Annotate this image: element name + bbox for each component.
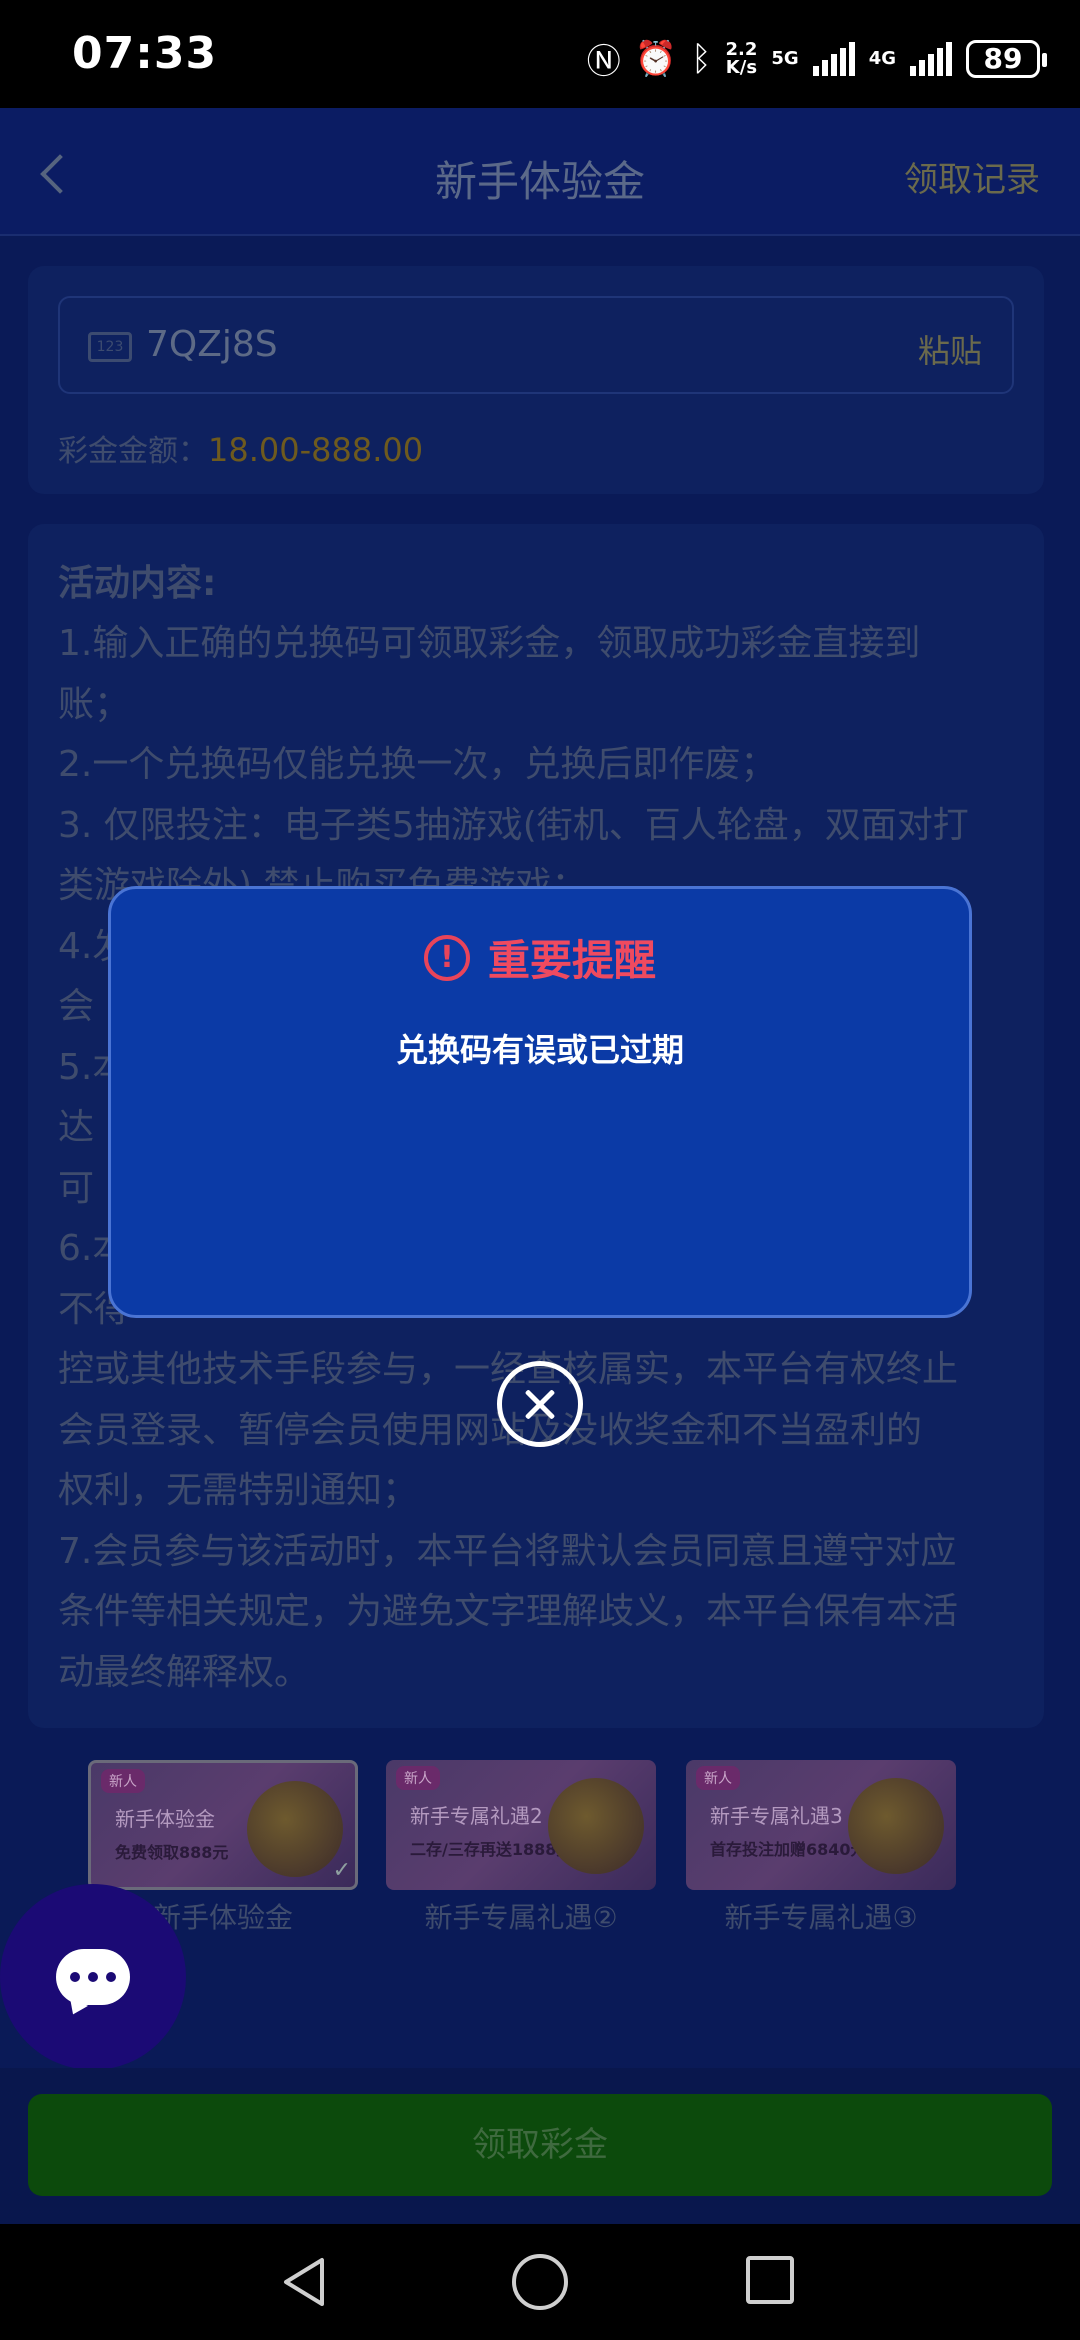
rules-line: 7.会员参与该活动时，本平台将默认会员同意且遵守对应 — [58, 1530, 957, 1572]
status-bar: 07:33 Ⓝ ⏰ ᛒ 2.2 K/s 5G 4G 89 — [0, 0, 1080, 108]
amount-label: 彩金金额： — [58, 434, 208, 469]
promo-tab-exclusive-3[interactable]: 新人 新手专属礼遇3 首存投注加赠6840元 — [686, 1760, 956, 1890]
dialog-header: ! 重要提醒 — [111, 927, 969, 988]
promo-label: 新手专属礼遇③ — [724, 1901, 918, 1934]
chat-bubble-icon — [56, 1949, 130, 2005]
alarm-icon: ⏰ — [634, 38, 678, 79]
rules-line: 1.输入正确的兑换码可领取彩金，领取成功彩金直接到 — [58, 623, 921, 664]
new-user-badge: 新人 — [396, 1766, 440, 1790]
claim-bonus-button[interactable]: 领取彩金 — [28, 2094, 1052, 2196]
nfc-icon: Ⓝ — [586, 42, 621, 82]
promo-tab-trial-bonus[interactable]: 新人 新手体验金 免费领取888元 ✓ — [88, 1760, 358, 1890]
bottom-action-bar: 领取彩金 — [0, 2068, 1080, 2224]
bonus-amount-row: 彩金金额：18.00-888.00 — [58, 426, 423, 470]
dialog-title: 重要提醒 — [487, 936, 656, 985]
checkmark-icon: ✓ — [332, 1858, 351, 1883]
rules-line: 动最终解释权。 — [58, 1651, 311, 1693]
status-time: 07:33 — [72, 28, 218, 79]
bluetooth-icon: ᛒ — [691, 38, 712, 79]
nav-recents-icon[interactable] — [746, 2256, 794, 2304]
rules-line: 条件等相关规定，为避免文字理解歧义，本平台保有本活 — [58, 1591, 959, 1632]
new-user-badge: 新人 — [696, 1766, 740, 1790]
promo-title: 新手专属礼遇2 — [410, 1804, 543, 1828]
dialog-message: 兑换码有误或已过期 — [395, 1031, 684, 1069]
customer-service-button[interactable] — [0, 1884, 186, 2070]
net-speed: 2.2 K/s — [725, 40, 758, 78]
nav-home-icon[interactable] — [512, 2254, 568, 2310]
paste-button[interactable]: 粘贴 — [918, 326, 982, 372]
promo-subtitle: 首存投注加赠6840元 — [710, 1840, 867, 1859]
battery-indicator: 89 — [966, 39, 1047, 78]
code-icon: 123 — [88, 332, 132, 362]
promo-subtitle: 二存/三存再送1888元 — [410, 1840, 573, 1859]
important-notice-dialog: ! 重要提醒 兑换码有误或已过期 — [108, 886, 972, 1318]
redeem-code-card: 123 7QZj8S 粘贴 彩金金额：18.00-888.00 — [28, 266, 1044, 494]
app-header: 新手体验金 领取记录 — [0, 108, 1080, 236]
close-dialog-icon[interactable] — [497, 1361, 583, 1447]
rules-line: 账； — [58, 683, 131, 725]
promo-title: 新手专属礼遇3 — [710, 1804, 843, 1828]
system-nav-bar — [0, 2224, 1080, 2340]
claim-records-link[interactable]: 领取记录 — [904, 152, 1040, 201]
network-4g-label: 4G — [868, 47, 896, 69]
playing-cards-image — [848, 1778, 944, 1874]
promo-tab-exclusive-2[interactable]: 新人 新手专属礼遇2 二存/三存再送1888元 — [386, 1760, 656, 1890]
nav-back-icon[interactable] — [278, 2254, 334, 2310]
network-5g-label: 5G — [771, 47, 799, 69]
rules-line: 权利，无需特别通知； — [58, 1470, 419, 1511]
rules-line: 3. 仅限投注：电子类5抽游戏(街机、百人轮盘，双面对打 — [58, 804, 969, 846]
slot-machine-image — [247, 1781, 343, 1877]
code-value: 7QZj8S — [146, 324, 278, 365]
redeem-code-input[interactable]: 123 7QZj8S 粘贴 — [58, 296, 1014, 394]
alert-icon: ! — [423, 934, 470, 981]
status-icons: Ⓝ ⏰ ᛒ 2.2 K/s 5G 4G 89 — [586, 34, 1047, 83]
net-speed-unit: K/s — [725, 56, 758, 78]
promo-title: 新手体验金 — [115, 1807, 215, 1831]
promo-subtitle: 免费领取888元 — [115, 1843, 229, 1862]
phone-gift-image — [548, 1778, 644, 1874]
signal-5g-icon — [812, 41, 855, 76]
promo-label: 新手专属礼遇② — [424, 1901, 618, 1934]
rules-title: 活动内容: — [58, 563, 217, 604]
new-user-badge: 新人 — [101, 1769, 145, 1793]
signal-4g-icon — [910, 41, 952, 76]
rules-line: 2.一个兑换码仅能兑换一次，兑换后即作废； — [58, 744, 777, 785]
amount-value: 18.00-888.00 — [208, 431, 424, 469]
